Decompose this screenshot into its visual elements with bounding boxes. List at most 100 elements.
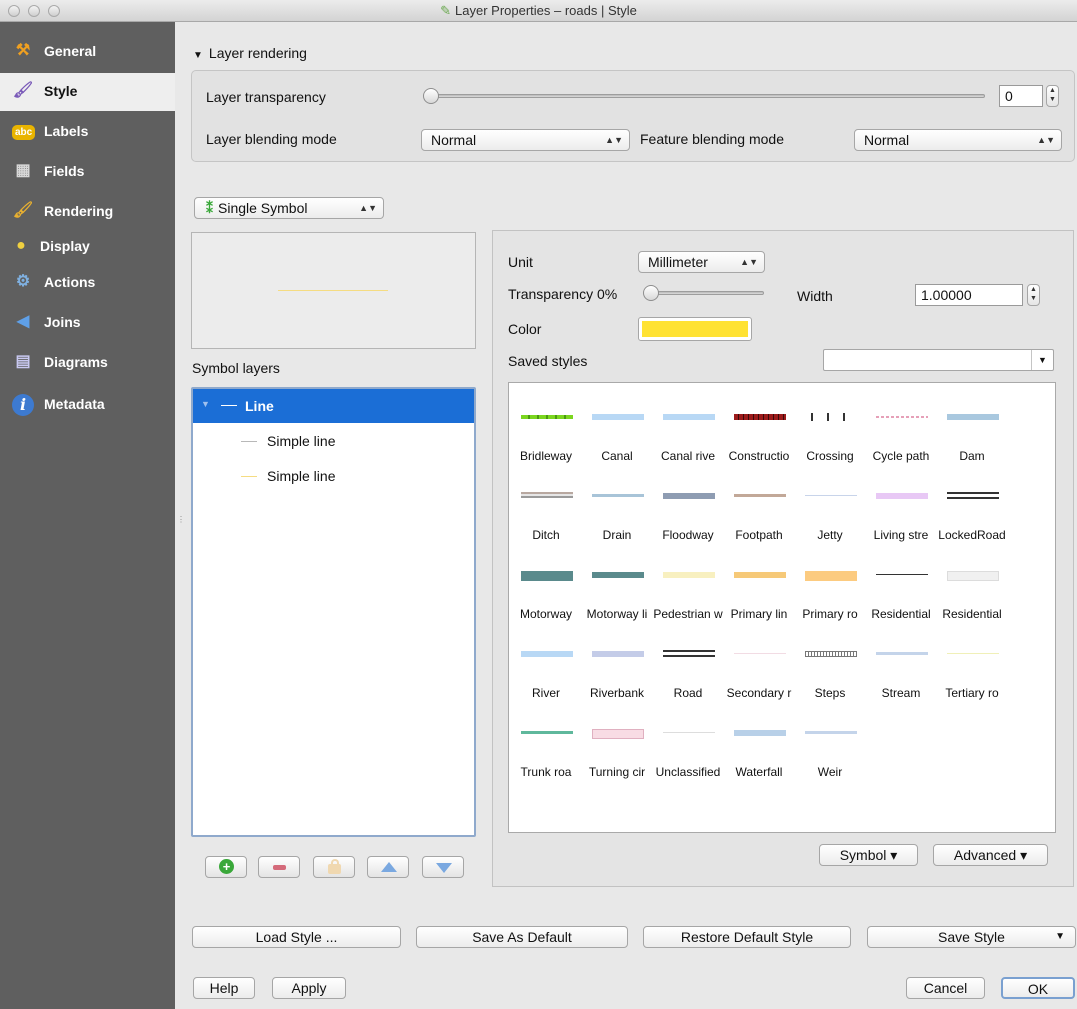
save-style-button[interactable]: Save Style ▼ xyxy=(867,926,1076,948)
sidebar-item-labels[interactable]: abc Labels xyxy=(0,113,175,151)
layer-transparency-input[interactable]: 0 xyxy=(999,85,1043,107)
layer-rendering-toggle[interactable]: ▼ Layer rendering xyxy=(193,45,307,61)
style-item[interactable]: Floodway xyxy=(653,462,723,542)
style-item[interactable]: LockedRoad xyxy=(937,462,1007,542)
layer-transparency-stepper[interactable]: ▲ ▼ xyxy=(1046,85,1059,107)
move-up-button[interactable] xyxy=(367,856,409,878)
symbol-layers-tree[interactable]: ▼ Line Simple line Simple line xyxy=(191,387,476,837)
line-style-swatch xyxy=(805,495,857,496)
color-button[interactable] xyxy=(638,317,752,341)
ok-button[interactable]: OK xyxy=(1001,977,1075,999)
style-item[interactable]: Bridleway xyxy=(511,383,581,463)
line-symbol-icon xyxy=(241,441,257,442)
style-item[interactable]: Canal xyxy=(582,383,652,463)
width-input[interactable]: 1.00000 xyxy=(915,284,1023,306)
tree-row-line[interactable]: ▼ Line xyxy=(193,389,474,423)
unit-select[interactable]: Millimeter ▲▼ xyxy=(638,251,765,273)
symbol-transparency-slider-knob[interactable] xyxy=(643,285,659,301)
chart-icon: ▤ xyxy=(15,353,31,370)
style-item[interactable]: Living stre xyxy=(866,462,936,542)
style-item[interactable]: Constructio xyxy=(724,383,794,463)
line-style-swatch xyxy=(876,652,928,655)
help-button[interactable]: Help xyxy=(193,977,255,999)
style-item[interactable]: Motorway xyxy=(511,541,581,621)
symbol-menu-button[interactable]: Symbol ▾ xyxy=(819,844,918,866)
style-item[interactable]: Primary ro xyxy=(795,541,865,621)
style-item-label: Riverbank xyxy=(589,686,645,700)
load-style-button[interactable]: Load Style ... xyxy=(192,926,401,948)
line-style-swatch xyxy=(734,572,786,578)
table-icon: ▦ xyxy=(15,162,31,179)
style-item[interactable]: Unclassified xyxy=(653,699,723,779)
sidebar-item-fields[interactable]: ▦ Fields xyxy=(0,153,175,191)
style-item-label: Stream xyxy=(881,686,921,700)
width-stepper[interactable]: ▲ ▼ xyxy=(1027,284,1040,306)
style-item[interactable]: Pedestrian w xyxy=(653,541,723,621)
sidebar-item-actions[interactable]: ⚙ Actions xyxy=(0,264,175,302)
style-item[interactable]: Residential xyxy=(866,541,936,621)
layer-transparency-slider-knob[interactable] xyxy=(423,88,439,104)
style-item[interactable]: Jetty xyxy=(795,462,865,542)
advanced-menu-button[interactable]: Advanced ▾ xyxy=(933,844,1048,866)
style-item[interactable]: Secondary r xyxy=(724,620,794,700)
style-item[interactable]: Ditch xyxy=(511,462,581,542)
cancel-button[interactable]: Cancel xyxy=(906,977,985,999)
sidebar-item-diagrams[interactable]: ▤ Diagrams xyxy=(0,344,175,382)
line-style-swatch xyxy=(947,653,999,654)
tree-row-simple-line[interactable]: Simple line xyxy=(193,424,474,458)
style-item[interactable]: Tertiary ro xyxy=(937,620,1007,700)
sidebar-item-display[interactable]: ● Display xyxy=(0,228,175,266)
style-item[interactable]: Footpath xyxy=(724,462,794,542)
style-item[interactable]: River xyxy=(511,620,581,700)
restore-default-style-button[interactable]: Restore Default Style xyxy=(643,926,851,948)
style-item[interactable]: Dam xyxy=(937,383,1007,463)
layer-transparency-slider[interactable] xyxy=(427,94,985,98)
style-item[interactable]: Weir xyxy=(795,699,865,779)
save-style-label: Save Style xyxy=(938,929,1005,945)
splitter-handle[interactable]: ⋮ xyxy=(177,515,185,524)
style-item[interactable]: Residential xyxy=(937,541,1007,621)
line-style-swatch xyxy=(592,651,644,657)
style-item[interactable]: Steps xyxy=(795,620,865,700)
title-bar: ✎ Layer Properties – roads | Style xyxy=(0,0,1077,22)
style-item[interactable]: Stream xyxy=(866,620,936,700)
remove-layer-button[interactable] xyxy=(258,856,300,878)
layer-blending-select[interactable]: Normal ▲▼ xyxy=(421,129,630,151)
add-layer-button[interactable]: + xyxy=(205,856,247,878)
sidebar-item-metadata[interactable]: i Metadata xyxy=(0,386,175,424)
line-symbol-icon xyxy=(241,476,257,477)
symbol-transparency-slider[interactable] xyxy=(648,291,764,295)
saved-styles-label: Saved styles xyxy=(508,353,588,369)
line-style-swatch xyxy=(947,414,999,420)
color-label: Color xyxy=(508,321,542,337)
paintbrush-icon: 🖌 xyxy=(12,82,34,99)
sidebar-item-label: Display xyxy=(40,238,90,254)
style-item-label: Ditch xyxy=(532,528,560,542)
move-down-button[interactable] xyxy=(422,856,464,878)
style-item[interactable]: Canal rive xyxy=(653,383,723,463)
style-item[interactable]: Motorway li xyxy=(582,541,652,621)
line-style-swatch xyxy=(734,414,786,420)
style-item[interactable]: Primary lin xyxy=(724,541,794,621)
style-item[interactable]: Turning cir xyxy=(582,699,652,779)
style-item[interactable]: Road xyxy=(653,620,723,700)
sidebar-item-rendering[interactable]: 🖌 Rendering xyxy=(0,193,175,231)
renderer-select[interactable]: ⁑ Single Symbol ▲▼ xyxy=(194,197,384,219)
line-style-swatch xyxy=(521,571,573,581)
saved-styles-select[interactable]: ▼ xyxy=(823,349,1054,371)
style-item[interactable]: Drain xyxy=(582,462,652,542)
style-item[interactable]: Waterfall xyxy=(724,699,794,779)
style-item[interactable]: Crossing xyxy=(795,383,865,463)
style-library-grid[interactable]: Bridleway Canal Canal rive Constructio Cross… xyxy=(508,382,1056,833)
sidebar-item-general[interactable]: ⚒ General xyxy=(0,33,175,71)
tree-row-simple-line[interactable]: Simple line xyxy=(193,459,474,493)
save-as-default-button[interactable]: Save As Default xyxy=(416,926,628,948)
style-item[interactable]: Trunk roa xyxy=(511,699,581,779)
feature-blending-select[interactable]: Normal ▲▼ xyxy=(854,129,1062,151)
style-item[interactable]: Riverbank xyxy=(582,620,652,700)
sidebar-item-style[interactable]: 🖌 Style xyxy=(0,73,175,111)
sidebar-item-joins[interactable]: ◀ Joins xyxy=(0,304,175,342)
lock-layer-button[interactable] xyxy=(313,856,355,878)
style-item[interactable]: Cycle path xyxy=(866,383,936,463)
apply-button[interactable]: Apply xyxy=(272,977,346,999)
